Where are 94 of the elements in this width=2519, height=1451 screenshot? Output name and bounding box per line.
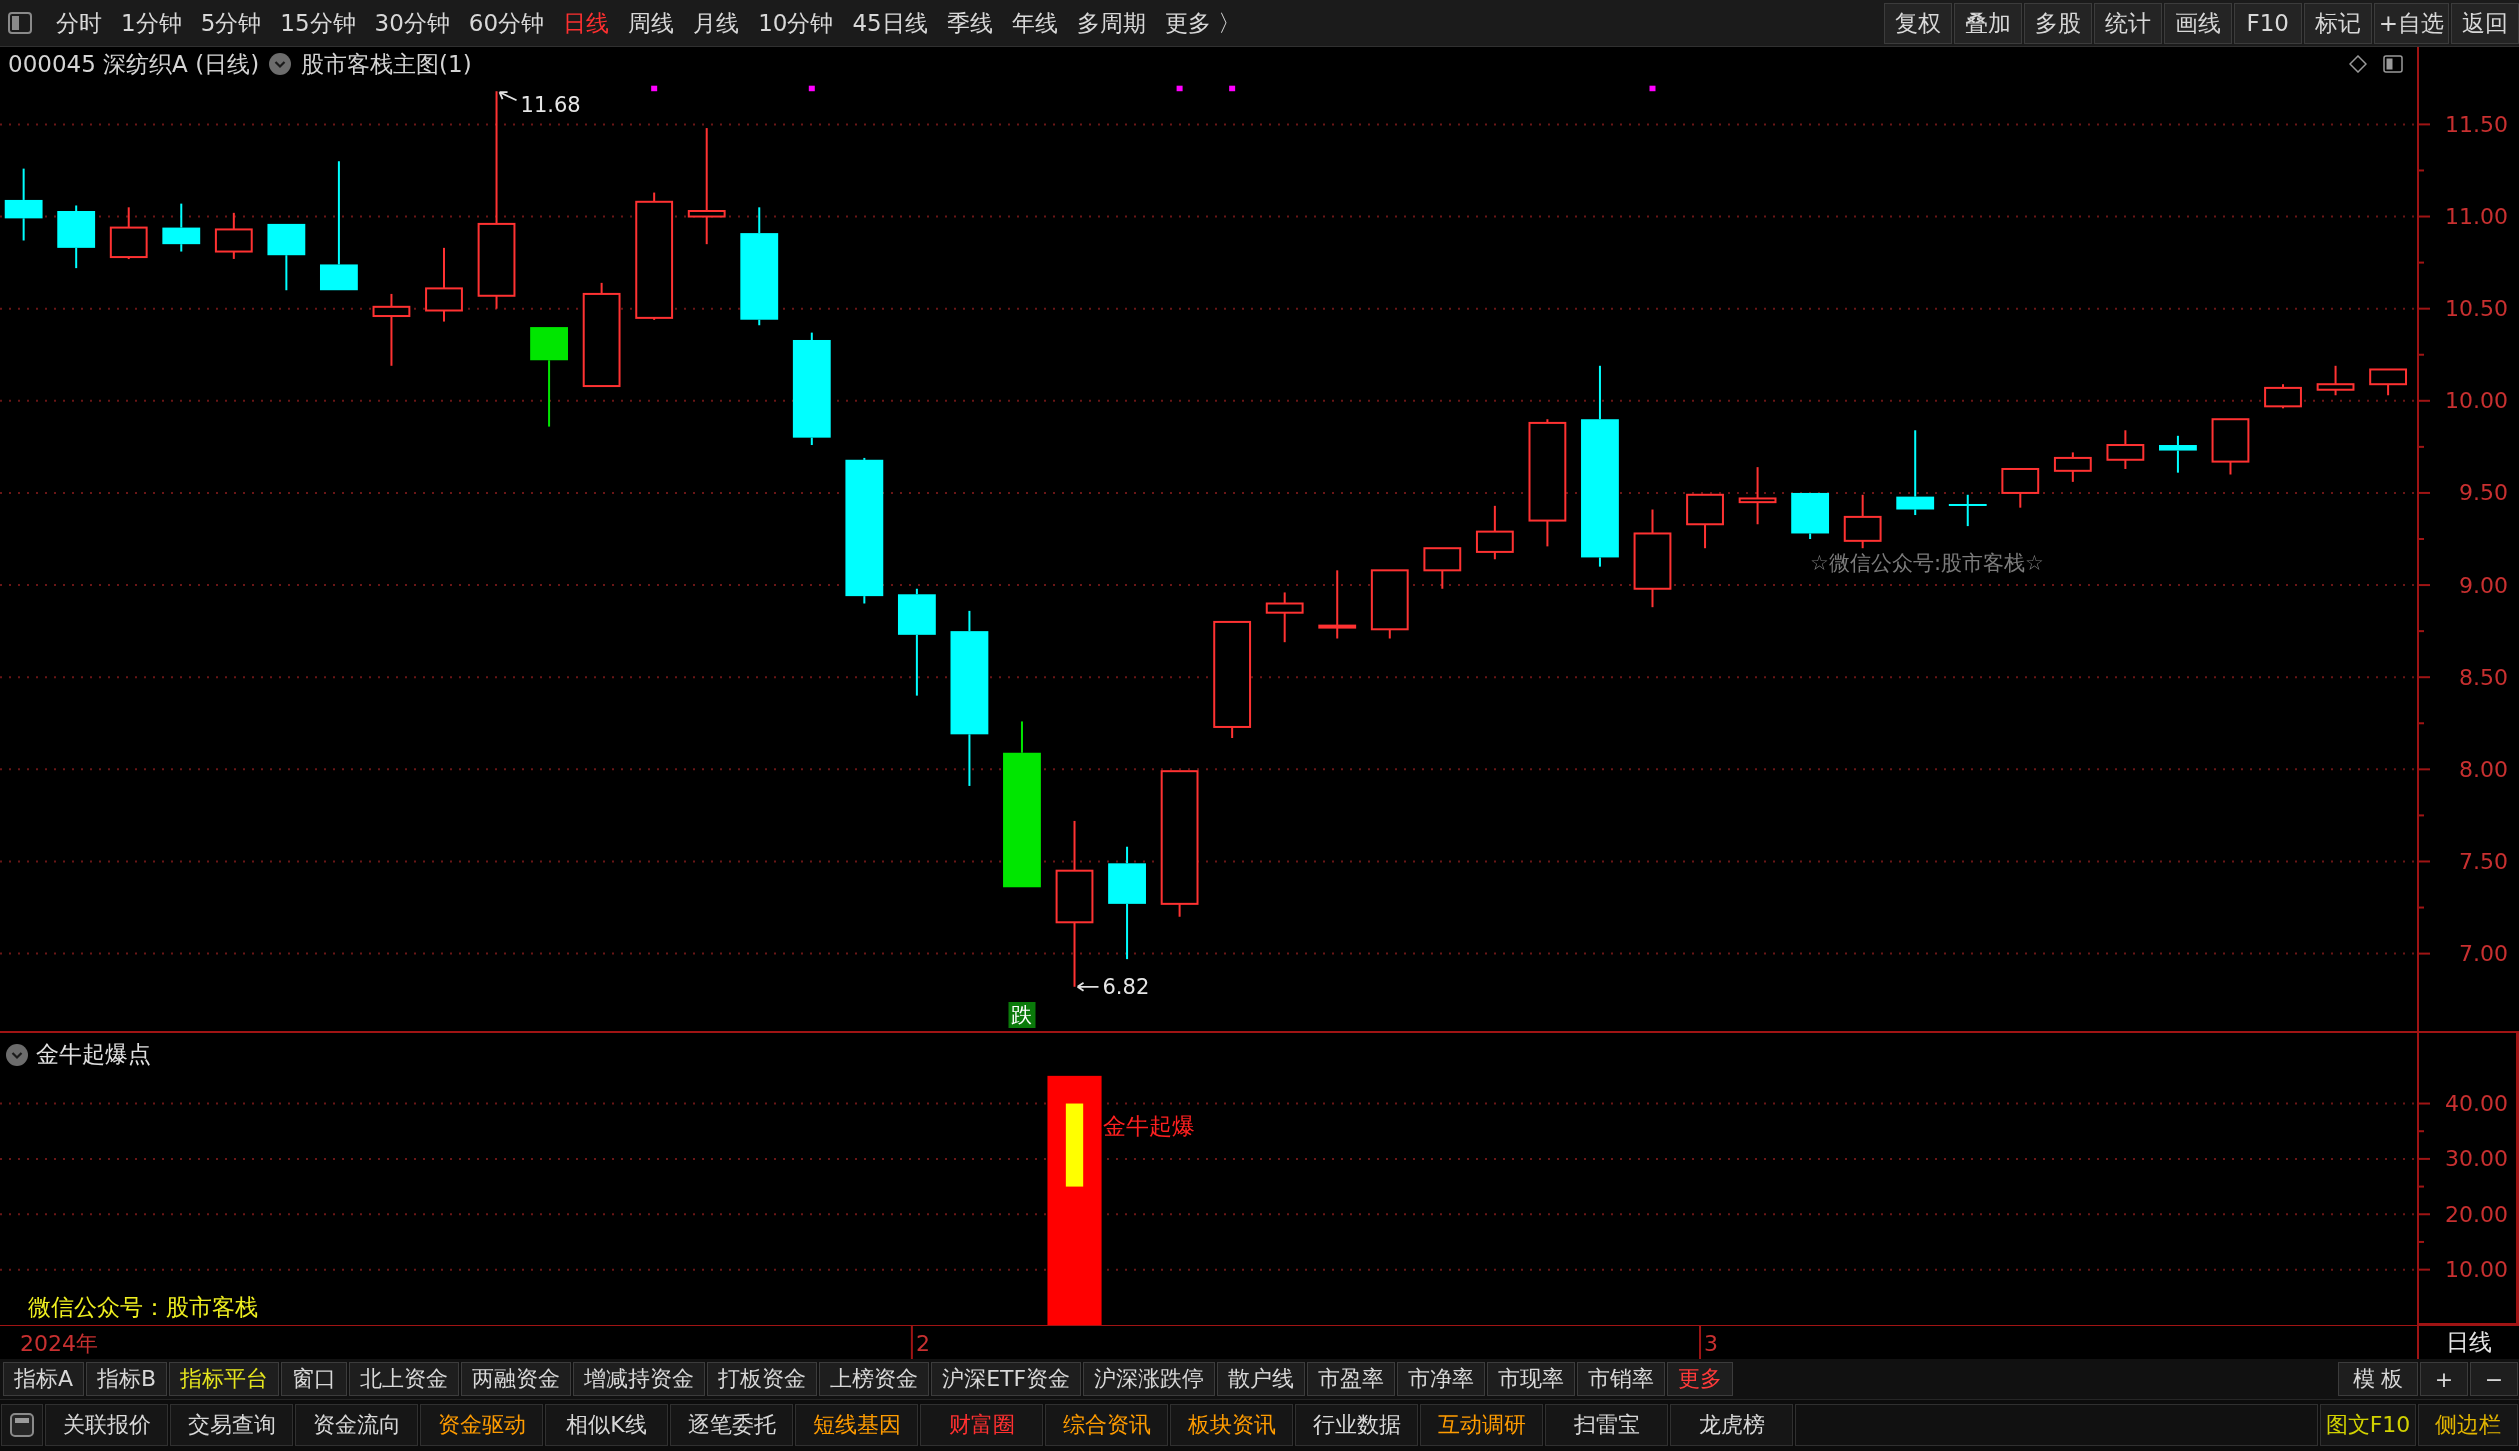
panel-button[interactable]: − — [2470, 1362, 2518, 1396]
function-tab[interactable]: 行业数据 — [1295, 1404, 1418, 1446]
indicator-tab[interactable]: 北上资金 — [349, 1362, 460, 1396]
panel-toggle-icon[interactable] — [2383, 55, 2403, 73]
indicator-title: 金牛起爆点 — [36, 1040, 151, 1069]
indicator-tab[interactable]: 上榜资金 — [819, 1362, 930, 1396]
function-tab[interactable]: 短线基因 — [795, 1404, 918, 1446]
sidebar-toggle-icon[interactable] — [8, 12, 32, 34]
function-tab[interactable]: 侧边栏 — [2418, 1404, 2518, 1446]
period-tab[interactable]: 分时 — [56, 8, 102, 38]
indicator-tab[interactable]: 指标平台 — [169, 1362, 280, 1396]
indicator-tab[interactable]: 市净率 — [1397, 1362, 1486, 1396]
function-tab[interactable]: 财富圈 — [920, 1404, 1043, 1446]
function-tab[interactable]: 龙虎榜 — [1670, 1404, 1793, 1446]
indicator-tab[interactable]: 指标B — [86, 1362, 168, 1396]
period-tab[interactable]: 10分钟 — [758, 8, 834, 38]
indicator-tab[interactable]: 市现率 — [1487, 1362, 1576, 1396]
period-tab[interactable]: 15分钟 — [280, 8, 356, 38]
function-tab[interactable]: 图文F10 — [2320, 1404, 2416, 1446]
indicator-tab[interactable]: 沪深涨跌停 — [1083, 1362, 1216, 1396]
dropdown-chevron-icon[interactable] — [6, 1043, 28, 1066]
price-label: 11.68 — [520, 93, 581, 118]
arrow-icon — [498, 91, 518, 102]
date-label: 3 — [1704, 1330, 1719, 1356]
axis-label: 7.50 — [2459, 848, 2508, 874]
panel-button[interactable]: 模 板 — [2338, 1362, 2418, 1396]
window-icon[interactable] — [10, 1413, 34, 1437]
function-tab[interactable]: 关联报价 — [45, 1404, 168, 1446]
axis-label: 10.00 — [2445, 388, 2508, 414]
period-tab[interactable]: 30分钟 — [374, 8, 450, 38]
function-tab[interactable]: 资金驱动 — [420, 1404, 543, 1446]
indicator-tab[interactable]: 打板资金 — [707, 1362, 818, 1396]
dropdown-chevron-icon[interactable] — [269, 53, 292, 75]
toolbar-button[interactable]: 标记 — [2303, 2, 2372, 44]
date-label: 2 — [915, 1330, 930, 1356]
period-tab[interactable]: 更多 〉 — [1164, 8, 1241, 38]
indicator-tab[interactable]: 散户线 — [1217, 1362, 1306, 1396]
function-tab[interactable]: 板块资讯 — [1170, 1404, 1293, 1446]
indicator-tab[interactable]: 增减持资金 — [573, 1362, 706, 1396]
stock-title: 000045 深纺织A (日线) — [8, 49, 260, 79]
period-tab[interactable]: 多周期 — [1076, 8, 1146, 38]
toolbar-button[interactable]: +自选 — [2373, 2, 2449, 44]
axis-label: 8.50 — [2459, 664, 2508, 690]
diamond-icon[interactable] — [2349, 55, 2367, 73]
axis-label: 40.00 — [2445, 1091, 2508, 1117]
axis-label: 10.00 — [2445, 1257, 2508, 1283]
indicator-tab[interactable]: 指标A — [3, 1362, 85, 1396]
price-label: 6.82 — [1102, 974, 1150, 999]
axis-label: 8.00 — [2459, 756, 2508, 782]
indicator-tab[interactable]: 沪深ETF资金 — [931, 1362, 1082, 1396]
period-tab[interactable]: 1分钟 — [121, 8, 182, 38]
indicator-tab[interactable]: 更多 — [1667, 1362, 1734, 1396]
toolbar-button[interactable]: 叠加 — [1953, 2, 2022, 44]
function-tab[interactable]: 资金流向 — [295, 1404, 418, 1446]
footer-text: 微信公众号：股市客栈 — [28, 1293, 258, 1322]
indicator-tab[interactable]: 窗口 — [281, 1362, 348, 1396]
period-tab[interactable]: 60分钟 — [468, 8, 545, 38]
period-tab[interactable]: 年线 — [1011, 8, 1058, 38]
function-tab[interactable]: 交易查询 — [170, 1404, 293, 1446]
axis-label: 11.50 — [2445, 111, 2508, 137]
axis-label: 11.00 — [2445, 204, 2508, 230]
axis-label: 7.00 — [2459, 941, 2508, 967]
toolbar-button[interactable]: 统计 — [2093, 2, 2162, 44]
indicator-tab[interactable]: 市销率 — [1577, 1362, 1666, 1396]
arrow-icon — [1076, 981, 1100, 992]
function-tab[interactable]: 逐笔委托 — [670, 1404, 793, 1446]
axis-label: 20.00 — [2445, 1201, 2508, 1227]
panel-button[interactable]: + — [2420, 1362, 2468, 1396]
axis-label: 9.00 — [2459, 572, 2508, 598]
toolbar-button[interactable]: 多股 — [2023, 2, 2092, 44]
axis-label: 9.50 — [2459, 480, 2508, 506]
function-tab[interactable]: 互动调研 — [1420, 1404, 1543, 1446]
period-tab[interactable]: 45日线 — [852, 8, 928, 38]
axis-label: 10.50 — [2445, 296, 2508, 322]
function-tab[interactable]: 相似K线 — [545, 1404, 668, 1446]
indicator-tab[interactable]: 两融资金 — [461, 1362, 572, 1396]
indicator-name: 股市客栈主图(1) — [301, 49, 472, 79]
axis-label: 30.00 — [2445, 1146, 2508, 1172]
period-tab[interactable]: 月线 — [693, 8, 740, 38]
indicator-tab[interactable]: 市盈率 — [1307, 1362, 1396, 1396]
signal-label: 金牛起爆 — [1102, 1112, 1195, 1139]
toolbar-button[interactable]: 返回 — [2451, 2, 2519, 44]
signal-tag: 跌 — [1008, 1002, 1036, 1028]
toolbar-button[interactable]: 画线 — [2163, 2, 2232, 44]
toolbar-button[interactable]: F10 — [2233, 2, 2302, 44]
toolbar-button[interactable]: 复权 — [1883, 2, 1952, 44]
chart-note: ☆微信公众号:股市客栈☆ — [1810, 550, 2044, 575]
period-tab[interactable]: 5分钟 — [200, 8, 262, 38]
function-tab[interactable]: 扫雷宝 — [1545, 1404, 1668, 1446]
date-label: 2024年 — [20, 1330, 98, 1356]
period-tab[interactable]: 季线 — [946, 8, 993, 38]
period-tab[interactable]: 周线 — [628, 8, 675, 38]
period-tab[interactable]: 日线 — [563, 8, 610, 38]
function-tab[interactable]: 综合资讯 — [1045, 1404, 1168, 1446]
